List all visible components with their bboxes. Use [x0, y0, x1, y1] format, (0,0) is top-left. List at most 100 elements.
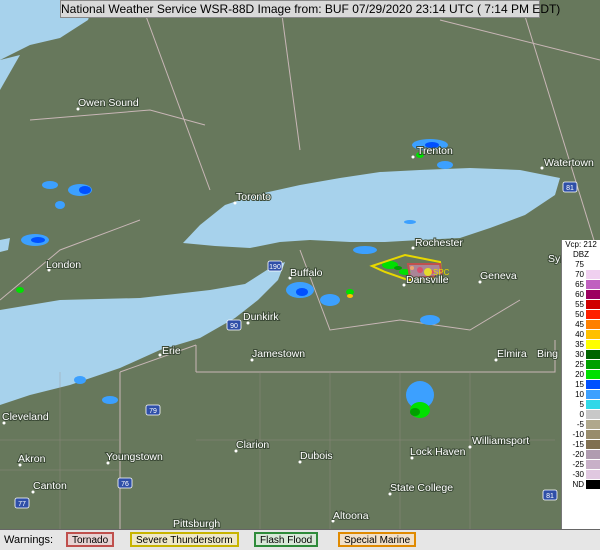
warning-severe-thunderstorm[interactable]: Severe Thunderstorm	[130, 532, 239, 547]
legend-row: -20	[562, 450, 600, 460]
svg-text:81: 81	[566, 185, 574, 192]
city-rochester: Rochester	[415, 237, 463, 249]
legend-swatch	[586, 330, 600, 339]
legend-row: 10	[562, 390, 600, 400]
legend-value: -25	[572, 460, 584, 469]
legend-row: -25	[562, 460, 600, 470]
svg-text:79: 79	[149, 408, 157, 415]
legend-row: 45	[562, 320, 600, 330]
legend-swatch	[586, 310, 600, 319]
legend-value: -10	[572, 430, 584, 439]
svg-text:77: 77	[18, 501, 26, 508]
warnings-label: Warnings:	[4, 534, 54, 546]
legend-row: 60	[562, 290, 600, 300]
legend-swatch	[586, 340, 600, 349]
legend-value: -15	[572, 440, 584, 449]
warning-special-marine[interactable]: Special Marine	[338, 532, 417, 547]
legend-row: 55	[562, 300, 600, 310]
city-pittsburgh: Pittsburgh	[173, 518, 220, 529]
legend-swatch	[586, 430, 600, 439]
legend-value: 75	[575, 260, 584, 269]
legend-value: 45	[575, 320, 584, 329]
city-bing: Bing	[537, 348, 558, 360]
warning-flash-flood[interactable]: Flash Flood	[254, 532, 319, 547]
legend-value: 15	[575, 380, 584, 389]
radar-map[interactable]: Owen Sound Toronto London Buffalo Dunkir…	[0, 0, 600, 529]
legend-row: -15	[562, 440, 600, 450]
svg-text:81: 81	[546, 493, 554, 500]
spc-marker: SPC	[424, 268, 450, 277]
legend-value: -30	[572, 470, 584, 479]
legend-swatch	[586, 320, 600, 329]
legend-row: 65	[562, 280, 600, 290]
legend-value: -5	[576, 420, 584, 429]
shield-79: 79	[145, 404, 161, 416]
legend-row: 70	[562, 270, 600, 280]
legend-row: 50	[562, 310, 600, 320]
city-altoona: Altoona	[333, 510, 369, 522]
legend-swatch	[586, 270, 600, 279]
legend-swatch	[586, 290, 600, 299]
warning-tornado[interactable]: Tornado	[66, 532, 115, 547]
city-canton: Canton	[33, 480, 67, 492]
legend-row: 20	[562, 370, 600, 380]
city-geneva: Geneva	[480, 270, 517, 282]
svg-text:190: 190	[269, 264, 281, 271]
legend-swatch	[586, 380, 600, 389]
legend-row: 25	[562, 360, 600, 370]
legend-swatch	[586, 260, 600, 269]
legend-swatch	[586, 360, 600, 369]
city-youngstown: Youngstown	[106, 451, 163, 463]
legend-value: 25	[575, 360, 584, 369]
legend-row: 40	[562, 330, 600, 340]
legend-swatch	[586, 440, 600, 449]
legend-value: ND	[572, 480, 584, 489]
city-akron: Akron	[18, 453, 46, 465]
legend-swatch	[586, 470, 600, 479]
city-toronto: Toronto	[236, 191, 271, 203]
city-london: London	[46, 259, 81, 271]
legend-value: 20	[575, 370, 584, 379]
legend-value: 30	[575, 350, 584, 359]
legend-row: -30	[562, 470, 600, 480]
legend-swatch	[586, 300, 600, 309]
legend-row: 0	[562, 410, 600, 420]
city-owen-sound: Owen Sound	[78, 97, 139, 109]
legend-value: 10	[575, 390, 584, 399]
warnings-bar: Warnings: Tornado Severe Thunderstorm Fl…	[0, 529, 600, 550]
city-dubois: Dubois	[300, 450, 333, 462]
city-dunkirk: Dunkirk	[243, 311, 279, 323]
city-jamestown: Jamestown	[252, 348, 305, 360]
legend-value: 40	[575, 330, 584, 339]
legend-swatch	[586, 450, 600, 459]
legend-row: 75	[562, 260, 600, 270]
legend-value: 55	[575, 300, 584, 309]
legend-swatch	[586, 280, 600, 289]
city-watertown: Watertown	[544, 157, 594, 169]
city-buffalo: Buffalo	[290, 267, 323, 279]
legend-value: 0	[579, 410, 584, 419]
legend-units: DBZ	[573, 250, 589, 259]
legend-row: ND	[562, 480, 600, 490]
shield-90: 90	[226, 319, 242, 331]
legend-swatch	[586, 350, 600, 359]
legend-value: -20	[572, 450, 584, 459]
svg-text:90: 90	[230, 323, 238, 330]
legend-vcp: Vcp: 212	[565, 240, 597, 249]
city-cleveland: Cleveland	[2, 411, 49, 423]
legend-value: 70	[575, 270, 584, 279]
shield-77: 77	[14, 497, 30, 509]
svg-text:76: 76	[121, 481, 129, 488]
dbz-legend: Vcp: 212 DBZ 75 70 65 60 55 50 45 40 35 30 25 20 15 1…	[561, 240, 600, 540]
city-erie: Erie	[162, 345, 181, 357]
legend-value: 5	[579, 400, 584, 409]
legend-swatch	[586, 390, 600, 399]
legend-value: 50	[575, 310, 584, 319]
city-state-college: State College	[390, 482, 453, 494]
city-lock-haven: Lock Haven	[410, 446, 466, 458]
shield-81-north: 81	[562, 181, 578, 193]
legend-row: 30	[562, 350, 600, 360]
legend-swatch	[586, 480, 600, 489]
shield-76: 76	[117, 477, 133, 489]
legend-row: 5	[562, 400, 600, 410]
